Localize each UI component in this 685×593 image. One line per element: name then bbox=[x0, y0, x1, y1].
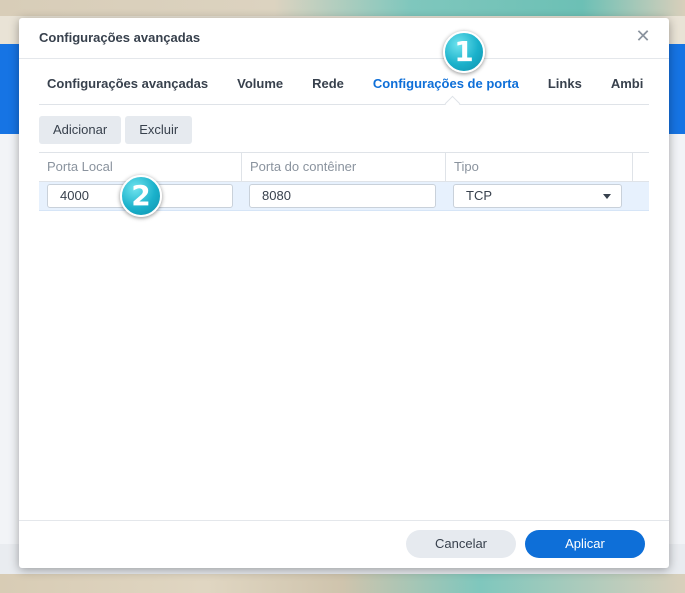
tabs-divider bbox=[39, 104, 649, 105]
add-button[interactable]: Adicionar bbox=[39, 116, 122, 144]
close-icon[interactable]: ✕ bbox=[635, 27, 651, 45]
step-callout-1: 1 bbox=[443, 31, 485, 73]
delete-button[interactable]: Excluir bbox=[125, 116, 193, 144]
desktop-wallpaper-top bbox=[0, 0, 685, 16]
title-divider bbox=[19, 58, 669, 59]
type-select-value: TCP bbox=[466, 188, 492, 203]
toolbar: Adicionar Excluir bbox=[39, 116, 196, 144]
chevron-down-icon bbox=[603, 194, 611, 199]
footer-divider bbox=[19, 520, 669, 521]
tab-bar: Configurações avançadas Volume Rede Configu… bbox=[39, 72, 649, 104]
tab-port-settings[interactable]: Configurações de porta bbox=[365, 72, 519, 99]
desktop-wallpaper-bottom bbox=[0, 574, 685, 593]
cancel-button[interactable]: Cancelar bbox=[406, 530, 516, 558]
tab-environment[interactable]: Ambi bbox=[603, 72, 644, 99]
dialog-title: Configurações avançadas bbox=[39, 30, 201, 45]
step-callout-2: 2 bbox=[120, 175, 162, 217]
tab-advanced-settings[interactable]: Configurações avançadas bbox=[39, 72, 208, 99]
column-header-container-port[interactable]: Porta do contêiner bbox=[242, 153, 446, 181]
tab-network[interactable]: Rede bbox=[304, 72, 344, 99]
tab-links[interactable]: Links bbox=[540, 72, 582, 99]
column-header-type[interactable]: Tipo bbox=[446, 153, 633, 181]
advanced-settings-dialog: Configurações avançadas ✕ Configurações … bbox=[19, 18, 669, 568]
type-select[interactable]: TCP bbox=[453, 184, 622, 208]
tab-volume[interactable]: Volume bbox=[229, 72, 283, 99]
container-port-input[interactable]: 8080 bbox=[249, 184, 436, 208]
apply-button[interactable]: Aplicar bbox=[525, 530, 645, 558]
